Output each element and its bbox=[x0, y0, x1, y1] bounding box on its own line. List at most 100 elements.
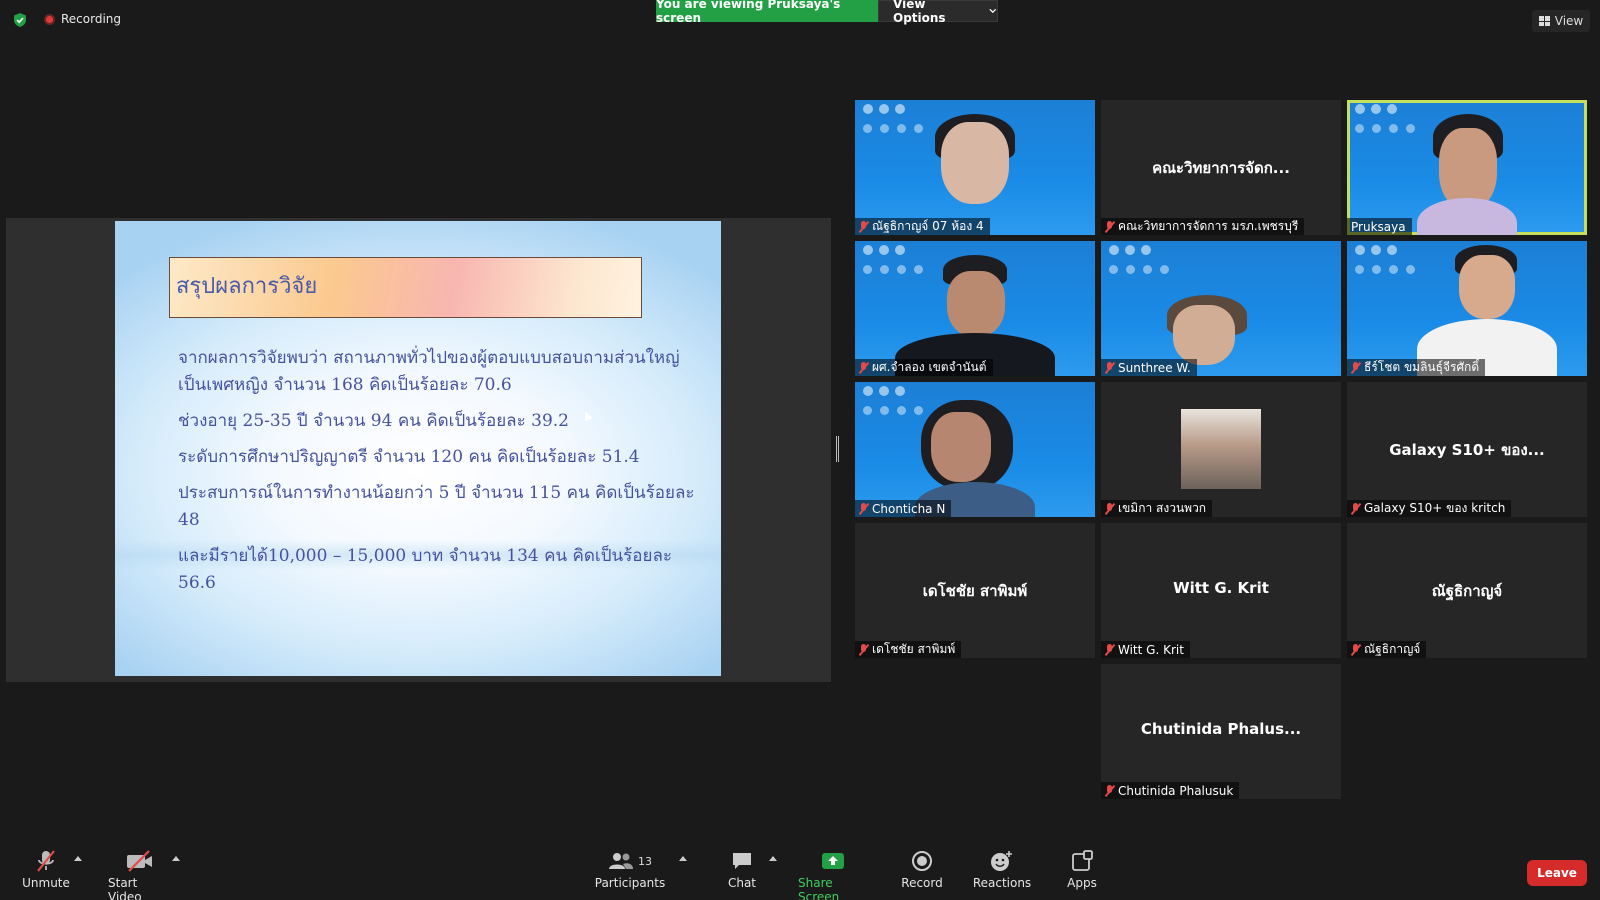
chat-icon bbox=[733, 853, 751, 869]
participant-name-label: ธีร์โชต ขมลินธุ์จีรศักดิ์ bbox=[1347, 359, 1486, 376]
record-label: Record bbox=[901, 876, 943, 890]
audio-options-caret-icon[interactable] bbox=[74, 856, 82, 861]
leave-meeting-button[interactable]: Leave bbox=[1527, 860, 1587, 886]
event-banner-icon bbox=[863, 124, 923, 133]
participant-video bbox=[947, 271, 1005, 337]
participant-tile[interactable]: Chonticha N bbox=[855, 382, 1095, 517]
event-banner-icon bbox=[863, 265, 923, 274]
participant-tile[interactable]: ผศ.จำลอง เขตจำนันต์ bbox=[855, 241, 1095, 376]
view-label: View bbox=[1554, 14, 1584, 28]
share-screen-button[interactable]: Share Screen bbox=[798, 848, 868, 900]
participant-tile-active-speaker[interactable]: Pruksaya bbox=[1347, 100, 1587, 235]
event-banner-icon bbox=[1355, 265, 1415, 274]
meeting-toolbar: Unmute Start Video 13 Participants Chat … bbox=[0, 842, 1600, 900]
slide-title: สรุปผลการวิจัย bbox=[169, 257, 642, 318]
participant-tile[interactable]: เขมิกา สงวนพวก bbox=[1101, 382, 1341, 517]
event-banner-icon bbox=[1109, 245, 1151, 255]
share-screen-icon bbox=[822, 853, 844, 869]
participant-name-label: Chutinida Phalusuk bbox=[1101, 782, 1240, 799]
participant-display-name: เดโชชัย สาพิมพ์ bbox=[922, 582, 1028, 600]
slide-paragraph: ประสบการณ์ในการทำงานน้อยกว่า 5 ปี จำนวน … bbox=[178, 483, 695, 530]
chat-button[interactable]: Chat bbox=[724, 848, 760, 890]
slide-paragraph: ช่วงอายุ 25-35 ปี จำนวน 94 คน คิดเป็นร้อ… bbox=[178, 411, 569, 431]
participant-tile[interactable]: Sunthree W. bbox=[1101, 241, 1341, 376]
video-options-caret-icon[interactable] bbox=[172, 856, 180, 861]
participants-label: Participants bbox=[594, 876, 666, 890]
split-divider-handle[interactable] bbox=[836, 436, 839, 462]
participant-tile[interactable]: เดโชชัย สาพิมพ์ เดโชชัย สาพิมพ์ bbox=[855, 523, 1095, 658]
participants-options-caret-icon[interactable] bbox=[679, 856, 687, 861]
participant-name-label: Chonticha N bbox=[855, 500, 952, 517]
participant-name-label: Pruksaya bbox=[1347, 218, 1412, 235]
presentation-slide: สรุปผลการวิจัย จากผลการวิจัยพบว่า สถานภา… bbox=[115, 221, 721, 676]
mic-muted-icon bbox=[1351, 361, 1360, 374]
record-button[interactable]: Record bbox=[900, 848, 944, 890]
event-banner-icon bbox=[863, 406, 923, 415]
start-video-button[interactable]: Start Video bbox=[108, 848, 172, 900]
participant-display-name: คณะวิทยาการจัดก... bbox=[1152, 159, 1290, 177]
participant-tile[interactable]: Chutinida Phalus... Chutinida Phalusuk bbox=[1101, 664, 1341, 799]
reactions-button[interactable]: Reactions bbox=[972, 848, 1032, 890]
event-banner-icon bbox=[1109, 265, 1169, 274]
mic-muted-icon bbox=[1105, 643, 1114, 656]
reactions-smiley-icon bbox=[991, 851, 1012, 871]
apps-button[interactable]: Apps bbox=[1064, 848, 1100, 890]
chat-options-caret-icon[interactable] bbox=[769, 856, 777, 861]
event-banner-icon bbox=[863, 245, 905, 255]
mic-muted-icon bbox=[1105, 220, 1114, 233]
view-options-label: View Options bbox=[893, 0, 946, 25]
mic-muted-icon bbox=[1351, 643, 1360, 656]
participant-display-name: Chutinida Phalus... bbox=[1140, 720, 1302, 738]
participants-icon bbox=[609, 853, 633, 869]
reactions-label: Reactions bbox=[972, 876, 1032, 890]
chevron-down-icon bbox=[989, 8, 997, 14]
share-screen-label: Share Screen bbox=[798, 876, 840, 900]
event-banner-icon bbox=[1355, 104, 1397, 114]
participant-name-label: เดโชชัย สาพิมพ์ bbox=[855, 641, 962, 658]
participant-tile[interactable]: คณะวิทยาการจัดก... คณะวิทยาการจัดการ มรภ… bbox=[1101, 100, 1341, 235]
participant-tile[interactable]: Witt G. Krit Witt G. Krit bbox=[1101, 523, 1341, 658]
participant-tile[interactable]: ธีร์โชต ขมลินธุ์จีรศักดิ์ bbox=[1347, 241, 1587, 376]
participant-avatar-photo bbox=[1181, 409, 1261, 489]
participant-video bbox=[1459, 255, 1515, 319]
event-banner-icon bbox=[1355, 245, 1397, 255]
view-options-button[interactable]: View Options bbox=[878, 0, 998, 25]
participant-display-name: Galaxy S10+ ของ... bbox=[1389, 441, 1545, 459]
participant-name-label: เขมิกา สงวนพวก bbox=[1101, 500, 1213, 517]
mic-muted-icon bbox=[859, 643, 868, 656]
top-bar: Recording You are viewing Pruksaya's scr… bbox=[0, 0, 1600, 40]
mic-muted-icon bbox=[859, 361, 868, 374]
apps-label: Apps bbox=[1067, 876, 1097, 890]
video-off-icon bbox=[127, 850, 152, 872]
participant-display-name: ณัฐธิกาญจ์ bbox=[1431, 582, 1503, 600]
participant-tile[interactable]: ณัฐธิกาญจ์ 07 ห้อง 4 bbox=[855, 100, 1095, 235]
participant-name-label: คณะวิทยาการจัดการ มรภ.เพชรบุรี bbox=[1101, 218, 1305, 235]
record-icon bbox=[912, 851, 932, 871]
grid-layout-icon bbox=[1538, 16, 1550, 26]
participant-tile[interactable]: Galaxy S10+ ของ... Galaxy S10+ ของ kritc… bbox=[1347, 382, 1587, 517]
event-banner-icon bbox=[1355, 124, 1415, 133]
security-shield-icon[interactable] bbox=[12, 12, 28, 28]
event-banner-icon bbox=[863, 386, 905, 396]
participant-count-badge: 13 bbox=[638, 854, 652, 868]
participant-name-label: ณัฐธิกาญจ์ 07 ห้อง 4 bbox=[855, 218, 990, 235]
view-layout-button[interactable]: View bbox=[1532, 10, 1590, 32]
unmute-button[interactable]: Unmute bbox=[22, 848, 70, 890]
mic-muted-icon bbox=[1105, 502, 1114, 515]
slide-paragraph: จากผลการวิจัยพบว่า สถานภาพทั่วไปของผู้ตอ… bbox=[178, 348, 680, 395]
participant-name-label: ผศ.จำลอง เขตจำนันต์ bbox=[855, 359, 993, 376]
participant-video bbox=[941, 122, 1009, 204]
unmute-label: Unmute bbox=[22, 876, 70, 890]
mic-muted-icon bbox=[1351, 502, 1360, 515]
participant-video bbox=[1173, 305, 1235, 365]
participant-video bbox=[1417, 198, 1517, 235]
chat-label: Chat bbox=[727, 876, 757, 890]
recording-indicator[interactable]: Recording bbox=[44, 12, 121, 26]
participants-button[interactable]: 13 Participants bbox=[595, 848, 665, 890]
mic-muted-icon bbox=[859, 502, 868, 515]
participant-name-label: Sunthree W. bbox=[1101, 359, 1197, 376]
recording-icon bbox=[44, 13, 55, 25]
participant-tile[interactable]: ณัฐธิกาญจ์ ณัฐธิกาญจ์ bbox=[1347, 523, 1587, 658]
participant-display-name: Witt G. Krit bbox=[1173, 579, 1269, 597]
mic-muted-icon bbox=[1105, 361, 1114, 374]
